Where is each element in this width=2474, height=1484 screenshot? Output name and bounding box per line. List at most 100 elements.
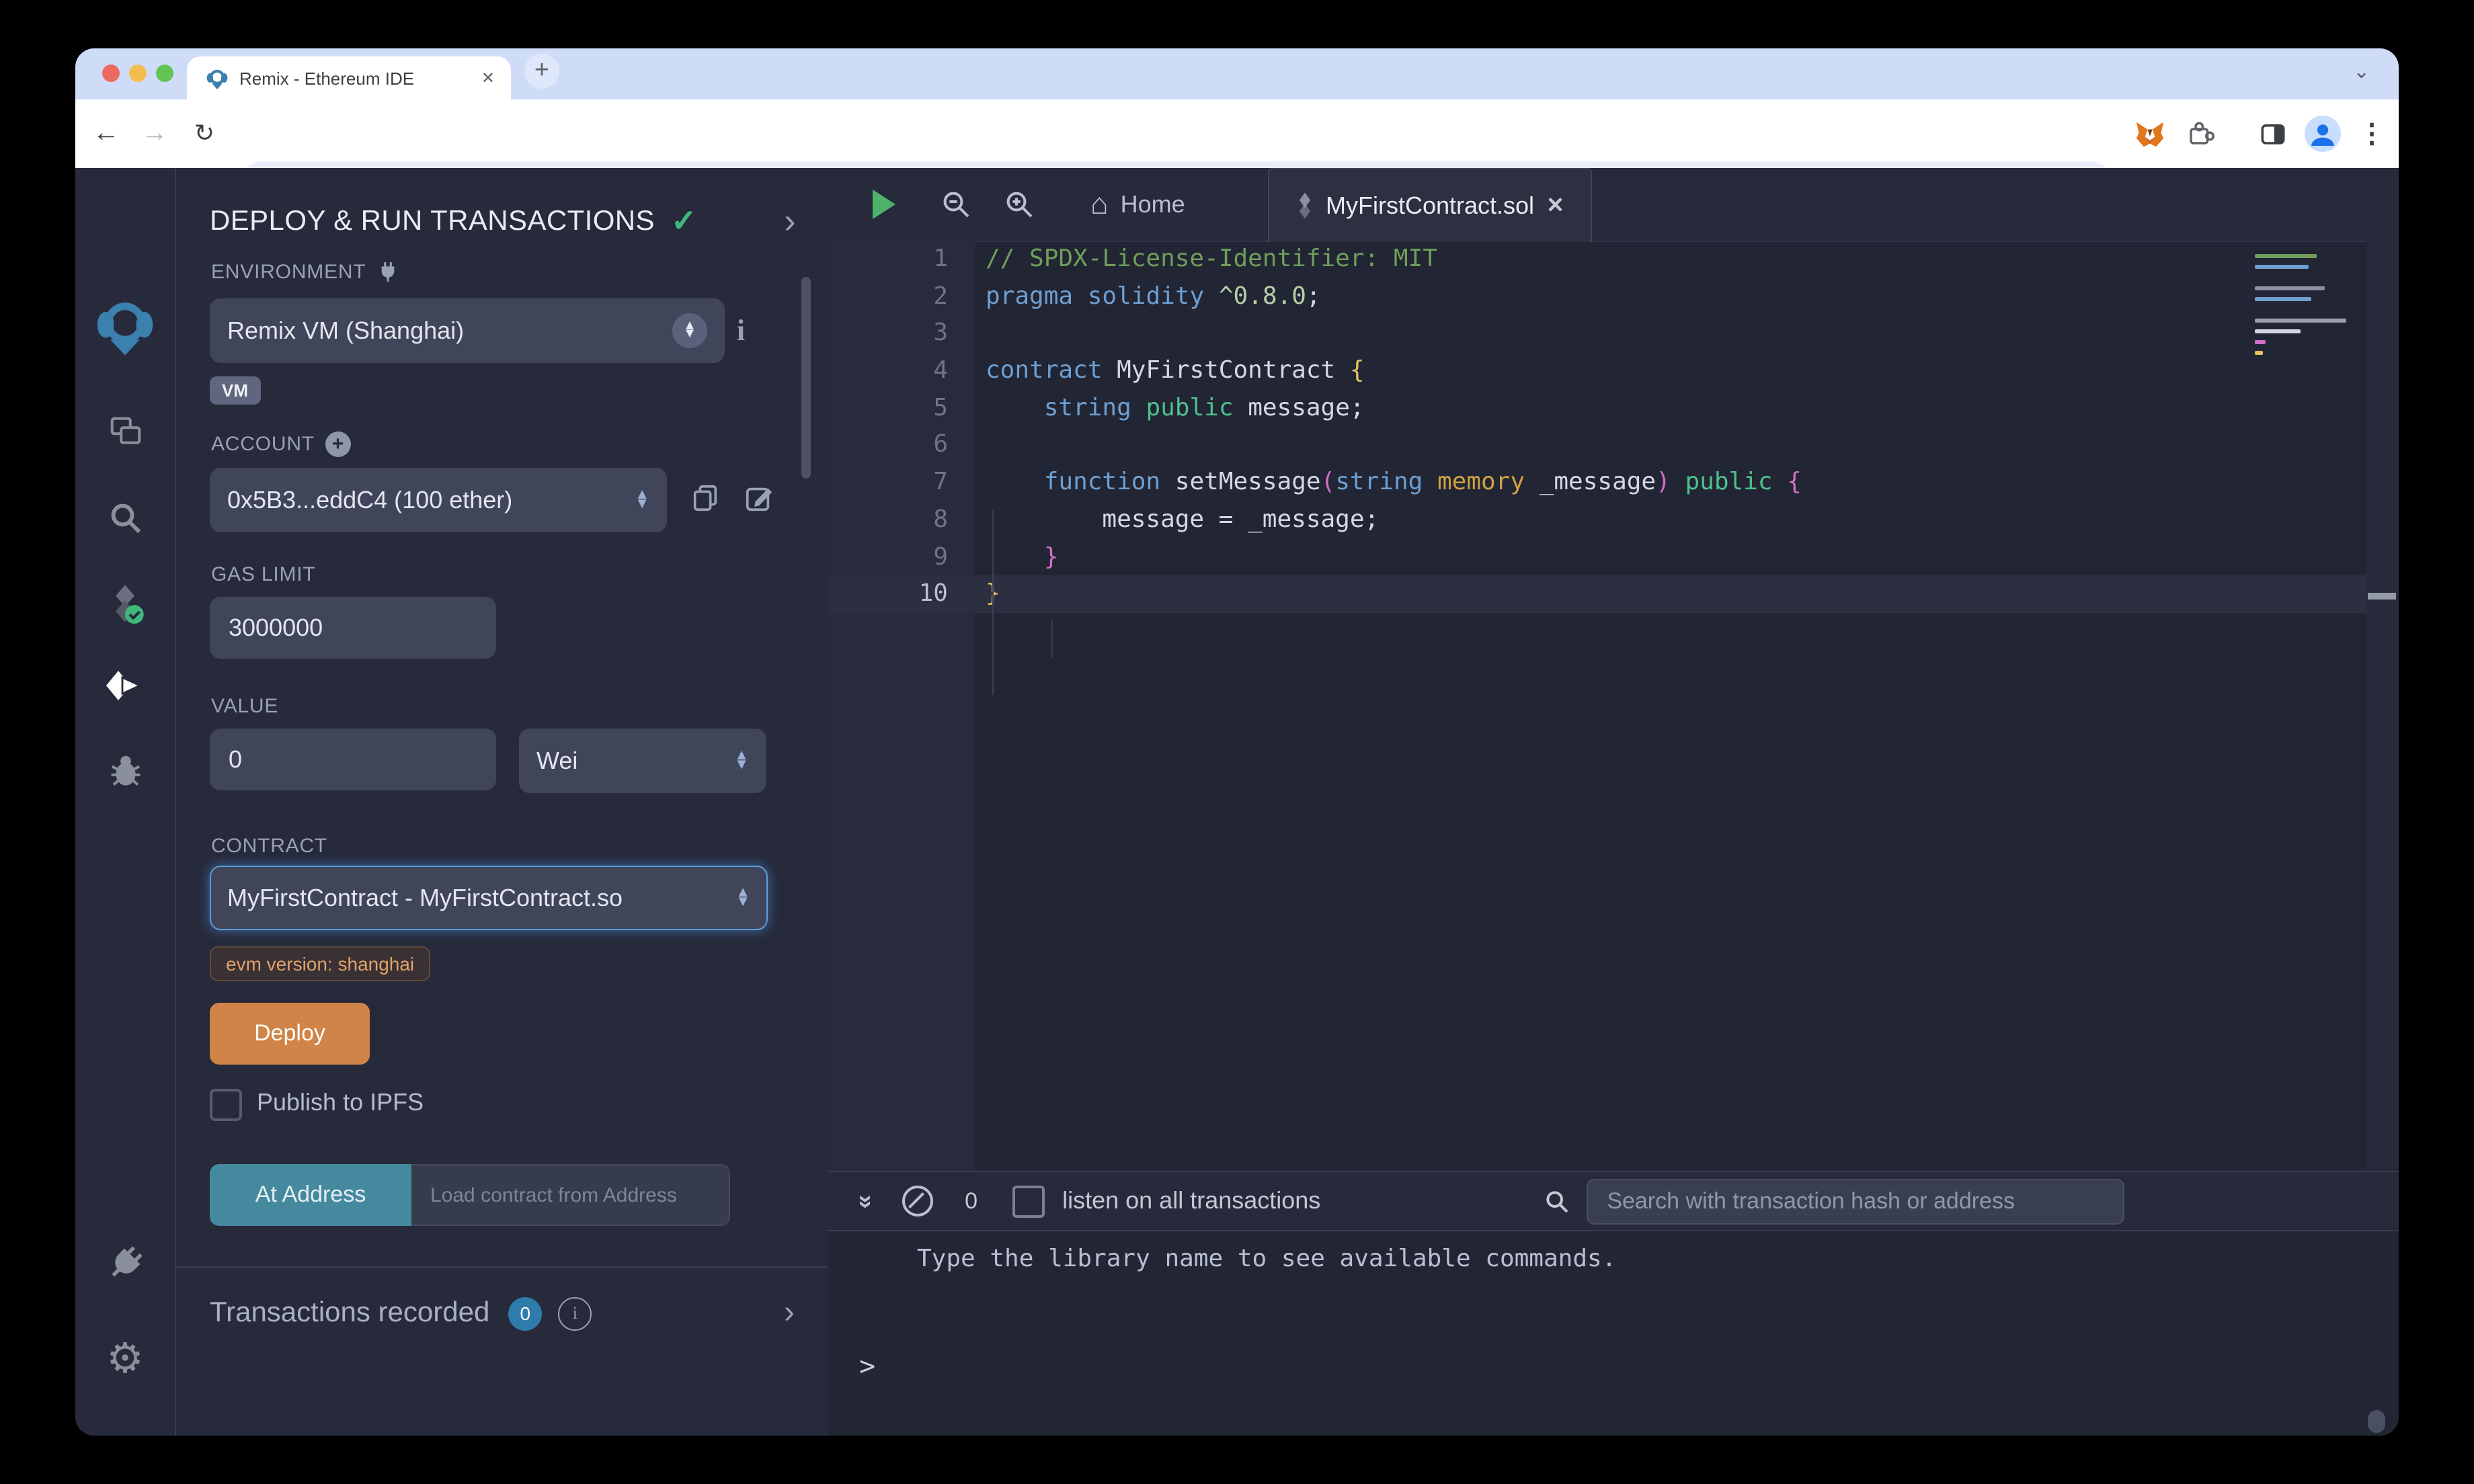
terminal-search-icon [1544, 1188, 1570, 1214]
compiled-check-icon: ✓ [671, 203, 697, 239]
account-select[interactable]: 0x5B3...eddC4 (100 ether) ▲▼ [210, 468, 667, 532]
code-line[interactable]: 2pragma solidity ^0.8.0; [828, 278, 2366, 315]
listen-transactions-label[interactable]: listen on all transactions [1062, 1187, 1320, 1215]
terminal: « 0 listen on all transactions Type the … [828, 1171, 2399, 1436]
browser-toolbar: ← → ↻ remix.ethereum.org/#lang=en&optimi… [75, 99, 2399, 168]
editor-scrollbar-thumb[interactable] [2368, 593, 2396, 600]
deploy-button[interactable]: Deploy [210, 1003, 370, 1065]
code-line[interactable]: 4contract MyFirstContract { [828, 352, 2366, 389]
metamask-extension-icon[interactable] [2130, 99, 2170, 168]
tab-title: Remix - Ethereum IDE [239, 68, 481, 88]
browser-tab[interactable]: Remix - Ethereum IDE ✕ [187, 56, 511, 99]
solidity-compiler-icon[interactable] [75, 583, 175, 624]
plug-icon [377, 261, 400, 284]
back-icon[interactable]: ← [86, 99, 126, 168]
run-script-icon[interactable] [873, 190, 895, 219]
environment-value: Remix VM (Shanghai) [227, 317, 464, 345]
minimap[interactable] [2255, 254, 2349, 362]
terminal-prompt[interactable]: > [859, 1350, 875, 1382]
account-stepper-icon[interactable]: ▲▼ [635, 491, 649, 509]
browser-menu-icon[interactable]: ⋮ [2352, 99, 2392, 168]
editor-tabbar: ⌂ Home MyFirstContract.sol ✕ [828, 168, 2399, 242]
new-tab-button[interactable]: + [524, 54, 559, 89]
zoom-in-icon[interactable] [1003, 188, 1035, 227]
indent-guide-2 [1051, 621, 1053, 657]
code-line[interactable]: 5 string public message; [828, 390, 2366, 427]
contract-value: MyFirstContract - MyFirstContract.so [227, 884, 623, 912]
deploy-run-panel: DEPLOY & RUN TRANSACTIONS ✓ › ENVIRONMEN… [176, 168, 827, 1436]
code-line[interactable]: 3 [828, 315, 2366, 352]
file-explorer-icon[interactable] [75, 414, 175, 450]
at-address-input[interactable] [411, 1164, 730, 1226]
screen: Remix - Ethereum IDE ✕ + ⌄ ← → ↻ remix.e… [0, 0, 2474, 1484]
gas-limit-label: GAS LIMIT [211, 563, 316, 586]
environment-select[interactable]: Remix VM (Shanghai) ▲▼ [210, 298, 725, 363]
tab-close-icon[interactable]: ✕ [481, 69, 495, 87]
panel-scrollbar[interactable] [801, 277, 811, 479]
close-file-icon[interactable]: ✕ [1546, 192, 1564, 219]
browser-window: Remix - Ethereum IDE ✕ + ⌄ ← → ↻ remix.e… [75, 48, 2399, 1436]
indent-guide [992, 509, 994, 695]
remix-favicon [206, 67, 229, 89]
publish-ipfs-checkbox[interactable] [210, 1089, 242, 1121]
deploy-run-icon[interactable] [75, 668, 175, 703]
contract-stepper-icon[interactable]: ▲▼ [735, 889, 750, 907]
publish-ipfs-label[interactable]: Publish to IPFS [257, 1089, 424, 1117]
split-view-icon[interactable] [2252, 99, 2292, 168]
home-icon: ⌂ [1090, 190, 1109, 219]
code-lines[interactable]: 1// SPDX-License-Identifier: MIT2pragma … [828, 241, 2366, 613]
profile-avatar[interactable] [2302, 99, 2342, 168]
contract-select[interactable]: MyFirstContract - MyFirstContract.so ▲▼ [210, 866, 768, 930]
zoom-out-icon[interactable] [940, 188, 972, 227]
panel-expand-chevron-icon[interactable]: › [784, 200, 796, 242]
plugin-manager-icon[interactable] [75, 1243, 175, 1284]
code-line[interactable]: 10} [828, 575, 2366, 612]
minimize-window-button[interactable] [129, 65, 147, 82]
transaction-count: 0 [965, 1188, 977, 1214]
environment-info-icon[interactable]: i [725, 315, 757, 347]
code-line[interactable]: 6 [828, 427, 2366, 464]
code-line[interactable]: 7 function setMessage(string memory _mes… [828, 464, 2366, 501]
terminal-scrollbar[interactable] [2368, 1410, 2385, 1433]
clear-console-icon[interactable] [902, 1186, 932, 1217]
account-label: ACCOUNT [211, 433, 315, 456]
copy-account-icon[interactable] [690, 483, 721, 513]
code-line[interactable]: 9 } [828, 538, 2366, 575]
panel-title: DEPLOY & RUN TRANSACTIONS [210, 205, 655, 237]
gas-limit-input[interactable] [210, 597, 496, 659]
transactions-info-icon[interactable]: i [558, 1296, 592, 1330]
add-account-icon[interactable]: + [325, 431, 351, 457]
environment-label: ENVIRONMENT [211, 261, 366, 284]
code-line[interactable]: 8 message = _message; [828, 501, 2366, 538]
extensions-puzzle-icon[interactable] [2180, 99, 2220, 168]
panel-divider [176, 1266, 827, 1268]
code-line[interactable]: 1// SPDX-License-Identifier: MIT [828, 241, 2366, 278]
forward-icon[interactable]: → [134, 99, 175, 168]
collapse-terminal-icon[interactable]: « [850, 1194, 880, 1208]
transactions-chevron-icon[interactable]: › [784, 1294, 795, 1332]
value-input[interactable] [210, 729, 496, 790]
close-window-button[interactable] [102, 65, 120, 82]
terminal-search-input[interactable] [1587, 1178, 2124, 1224]
remix-logo-icon[interactable] [75, 297, 175, 356]
transactions-count-badge: 0 [508, 1296, 542, 1330]
environment-stepper-icon[interactable]: ▲▼ [672, 313, 707, 348]
tab-home[interactable]: ⌂ Home [1055, 168, 1220, 241]
settings-gear-icon[interactable]: ⚙ [75, 1335, 175, 1383]
tab-myfirstcontract[interactable]: MyFirstContract.sol ✕ [1268, 168, 1593, 242]
contract-label: CONTRACT [211, 835, 327, 858]
debugger-icon[interactable] [75, 751, 175, 788]
listen-transactions-checkbox[interactable] [1012, 1185, 1045, 1217]
transactions-label: Transactions recorded [210, 1297, 489, 1329]
account-value: 0x5B3...eddC4 (100 ether) [227, 486, 512, 514]
unit-stepper-icon[interactable]: ▲▼ [734, 751, 749, 770]
vm-badge: VM [210, 376, 260, 405]
tab-search-chevron-icon[interactable]: ⌄ [2353, 59, 2370, 83]
reload-icon[interactable]: ↻ [184, 99, 225, 168]
sign-message-icon[interactable] [744, 483, 774, 513]
maximize-window-button[interactable] [156, 65, 173, 82]
search-icon[interactable] [75, 500, 175, 536]
at-address-button[interactable]: At Address [210, 1164, 411, 1226]
value-unit-select[interactable]: Wei ▲▼ [519, 729, 766, 793]
remix-app: ⚙ DEPLOY & RUN TRANSACTIONS ✓ › ENVIRONM… [75, 168, 2399, 1436]
